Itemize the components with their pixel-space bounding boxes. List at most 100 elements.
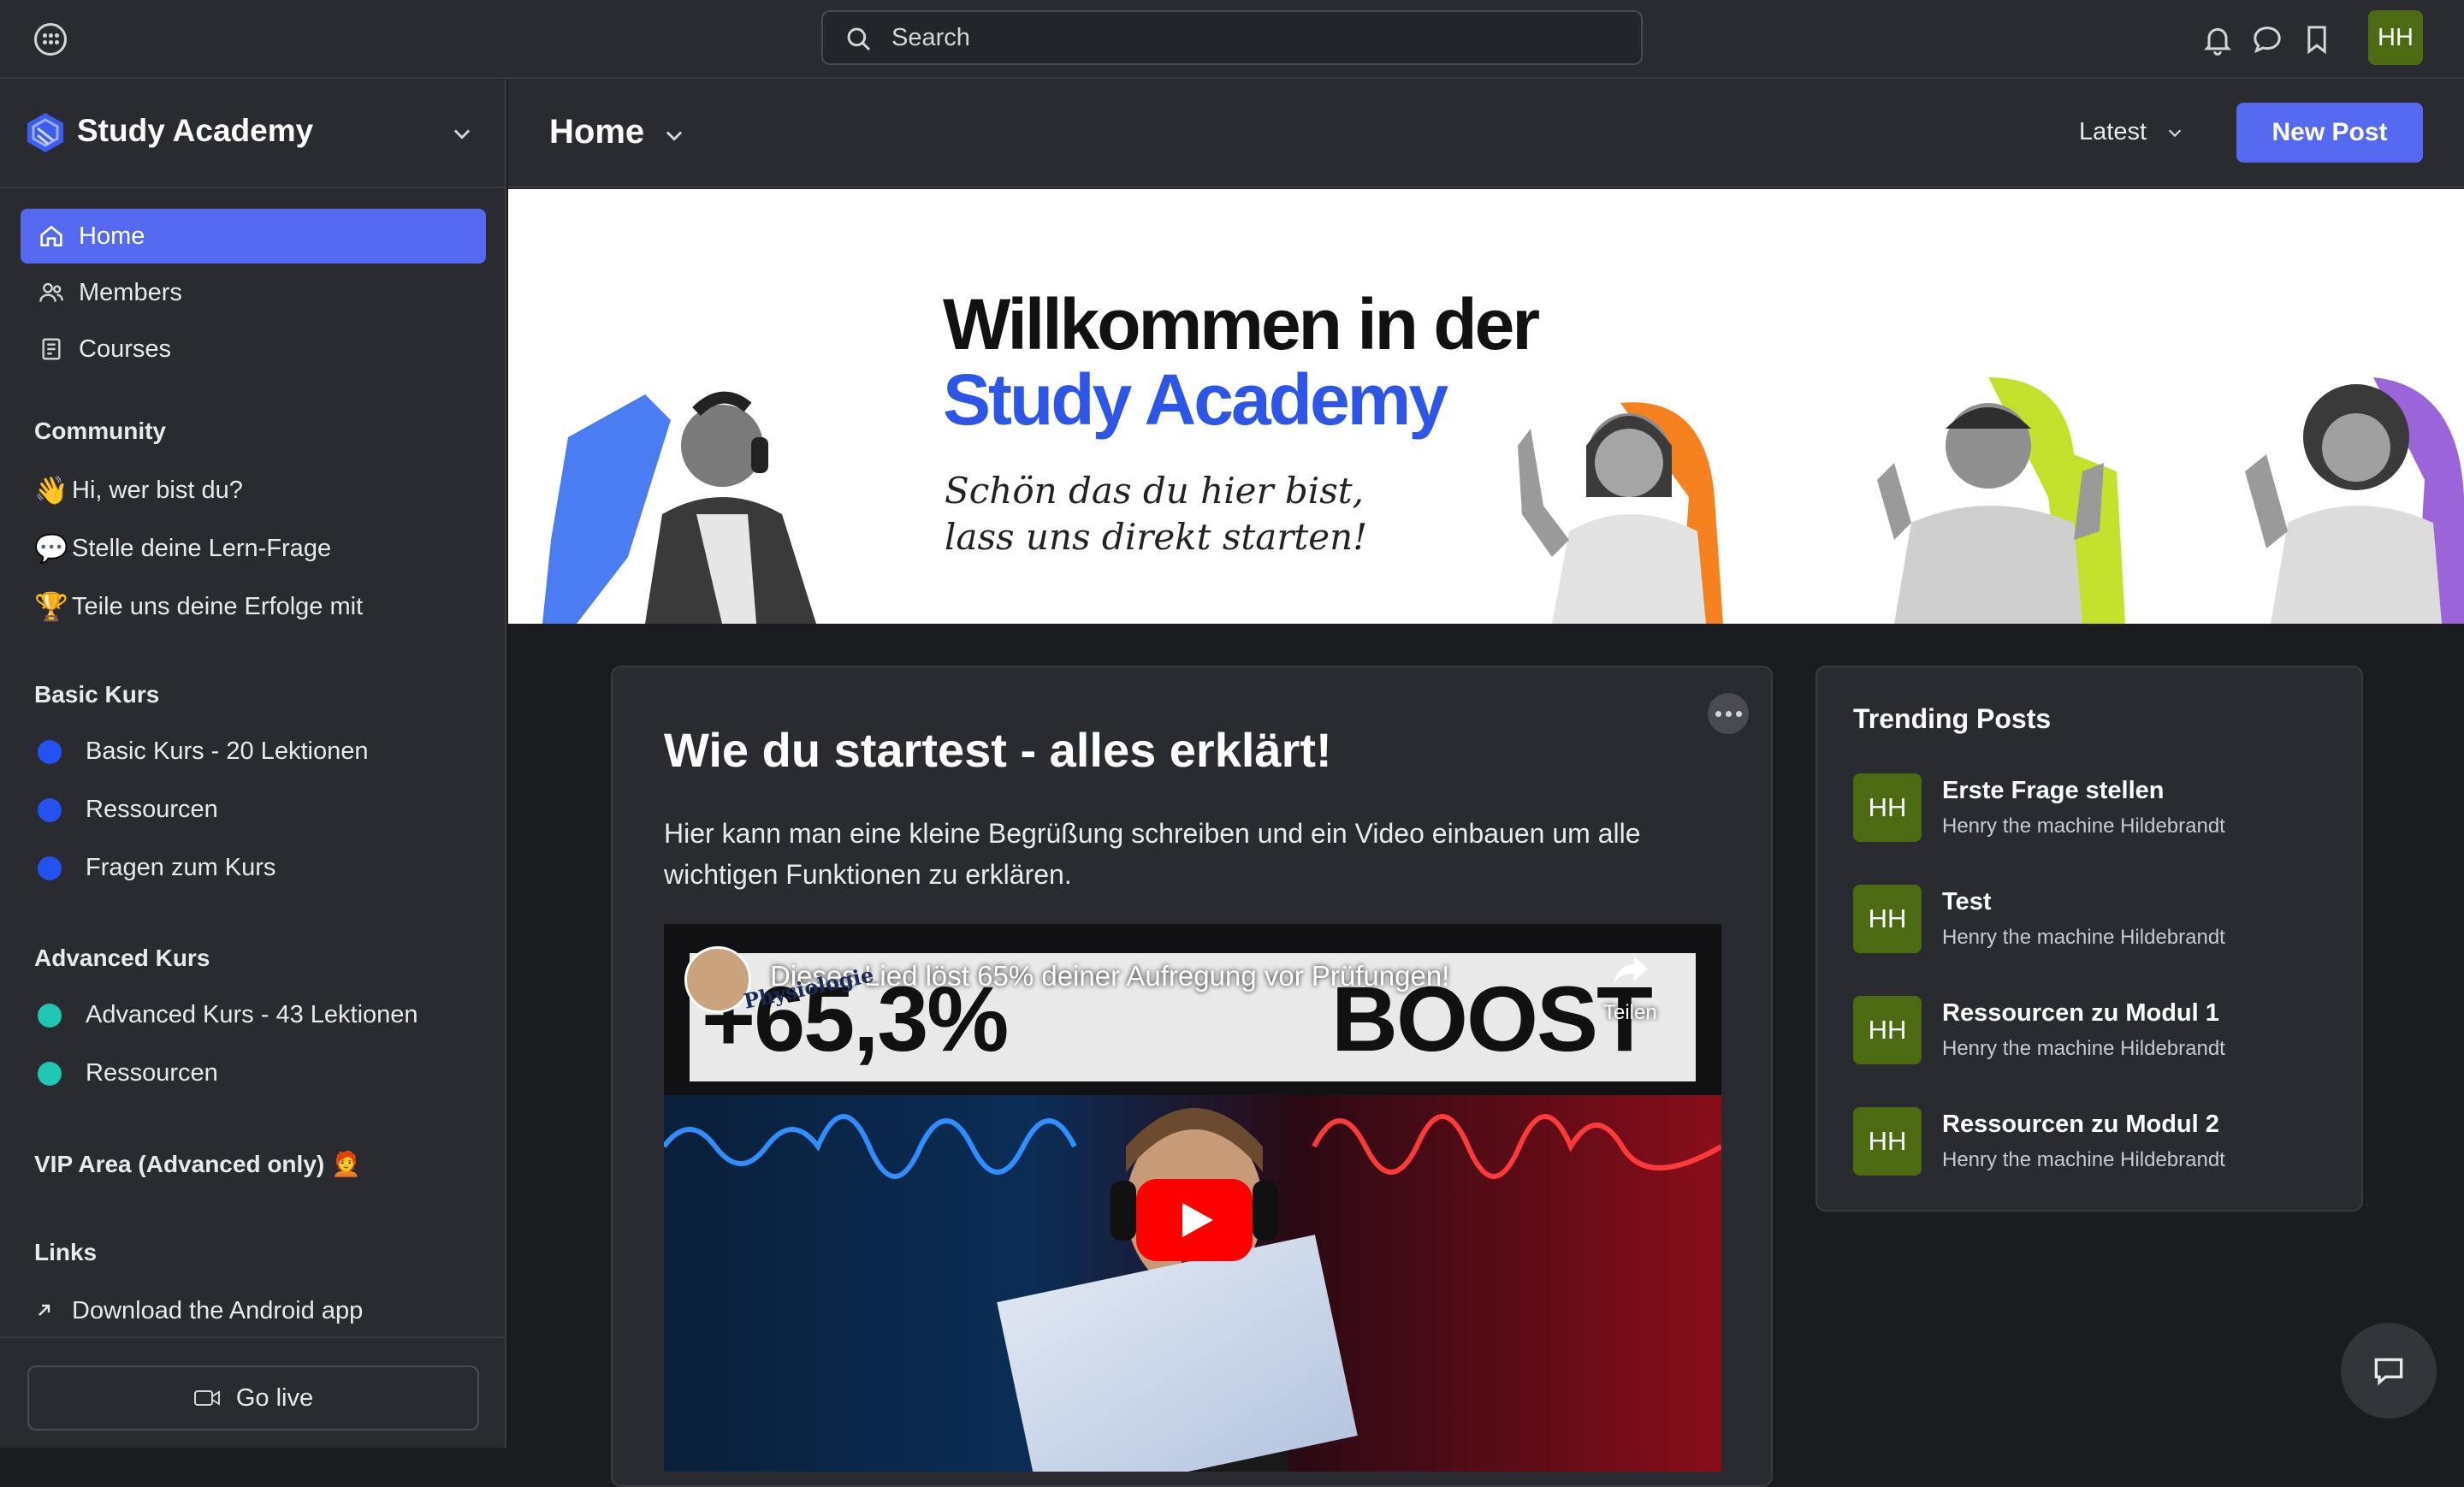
banner-title-line2: Study Academy [943,359,1448,440]
page-title[interactable]: Home [549,113,644,151]
person-headphones-illustration [542,391,816,624]
trending-post-title[interactable]: Ressourcen zu Modul 1 [1942,999,2219,1028]
space-advanced-kurs-lektionen[interactable]: Advanced Kurs - 43 Lektionen [34,1001,418,1029]
space-fragen-zum-kurs[interactable]: Fragen zum Kurs [34,854,275,882]
bell-icon[interactable] [2200,22,2235,56]
community-switcher-icon[interactable] [34,23,67,56]
speech-bubble-icon: 💬 [34,533,68,564]
community-brand[interactable]: Study Academy [0,79,505,188]
space-advanced-ressourcen[interactable]: Ressourcen [34,1059,218,1087]
trending-post-item[interactable]: HH Ressourcen zu Modul 1 Henry the machi… [1853,996,2332,1064]
author-avatar[interactable]: HH [1853,773,1922,842]
share-label[interactable]: Teilen [1603,1001,1657,1025]
space-label: Fragen zum Kurs [86,854,276,881]
trending-posts-card: Trending Posts HH Erste Frage stellen He… [1815,666,2363,1212]
section-advanced-kurs[interactable]: Advanced Kurs [34,945,210,972]
section-basic-kurs[interactable]: Basic Kurs [34,681,159,708]
trending-title: Trending Posts [1853,703,2052,734]
page-header: Home Latest New Post [508,79,2464,188]
banner-title-line1: Willkommen in der [943,284,1540,364]
trending-post-author: Henry the machine Hildebrandt [1942,815,2225,838]
trending-post-author: Henry the machine Hildebrandt [1942,1037,2225,1060]
channel-avatar[interactable] [684,946,751,1013]
arrow-up-right-icon [34,1295,72,1327]
search-input[interactable] [891,12,1627,63]
post-body: Hier kann man eine kleine Begrüßung schr… [664,818,1641,890]
section-community[interactable]: Community [34,418,166,445]
waving-hand-icon: 👋 [34,475,68,506]
chevron-down-icon[interactable] [450,121,474,145]
sort-label: Latest [2079,118,2147,145]
play-button-icon[interactable] [1136,1179,1253,1261]
user-avatar[interactable]: HH [2368,10,2423,65]
link-android-app[interactable]: Download the Android app [34,1295,363,1327]
space-erfolge[interactable]: 🏆 Teile uns deine Erfolge mit [34,590,363,623]
go-live-button[interactable]: Go live [27,1366,479,1431]
trending-post-author: Henry the machine Hildebrandt [1942,1148,2225,1171]
space-label: Teile uns deine Erfolge mit [72,592,364,620]
space-label: Ressourcen [86,1059,218,1087]
chat-bubble-icon[interactable] [2250,22,2284,56]
chevron-down-icon[interactable] [662,123,686,147]
banner-subtitle-line1: Schön das du hier bist, [945,470,1365,512]
go-live-label: Go live [235,1383,314,1412]
nav-label: Courses [79,335,171,363]
author-avatar[interactable]: HH [1853,885,1922,953]
space-dot-icon [38,739,62,764]
members-icon [36,279,67,306]
sort-dropdown[interactable]: Latest [2079,118,2184,146]
space-basic-kurs-lektionen[interactable]: Basic Kurs - 20 Lektionen [34,738,368,766]
home-icon [36,222,67,250]
trending-post-item[interactable]: HH Erste Frage stellen Henry the machine… [1853,773,2332,842]
bookmark-icon[interactable] [2300,22,2334,56]
trending-post-author: Henry the machine Hildebrandt [1942,926,2225,949]
space-label: Advanced Kurs - 43 Lektionen [86,1001,418,1028]
author-avatar[interactable]: HH [1853,996,1922,1064]
space-dot-icon [38,856,62,880]
nav-label: Home [79,222,145,250]
author-avatar[interactable]: HH [1853,1107,1922,1176]
section-links[interactable]: Links [34,1239,97,1266]
brand-logo-icon [27,113,63,152]
nav-label: Members [79,278,182,306]
trending-post-title[interactable]: Ressourcen zu Modul 2 [1942,1111,2219,1139]
person-waving-illustration [2245,377,2464,624]
post-title[interactable]: Wie du startest - alles erklärt! [664,722,1332,778]
search-icon [847,27,871,51]
trending-post-title[interactable]: Test [1942,888,1991,916]
space-label: Ressourcen [86,796,218,823]
person-pointing-illustration [1518,402,1723,624]
space-dot-icon [38,1061,62,1086]
space-lern-frage[interactable]: 💬 Stelle deine Lern-Frage [34,532,331,565]
space-label: Stelle deine Lern-Frage [72,534,332,562]
space-hi-wer-bist-du[interactable]: 👋 Hi, wer bist du? [34,474,243,507]
pinned-post-card: Wie du startest - alles erklärt! Hier ka… [611,666,1773,1487]
section-vip-area[interactable]: VIP Area (Advanced only) 🧑‍🦰 [34,1150,361,1178]
more-options-icon[interactable] [1708,693,1749,734]
trending-post-item[interactable]: HH Test Henry the machine Hildebrandt [1853,885,2332,953]
chat-icon [2374,1358,2403,1386]
search-bar[interactable] [821,10,1643,65]
link-label: Download the Android app [72,1297,364,1324]
nav-home[interactable]: Home [21,209,486,264]
nav-members[interactable]: Members [21,265,486,320]
trophy-icon: 🏆 [34,591,68,622]
courses-icon [36,335,67,363]
space-basic-ressourcen[interactable]: Ressourcen [34,796,218,824]
trending-post-title[interactable]: Erste Frage stellen [1942,777,2165,805]
video-embed[interactable]: +65,3% BOOST Dieses Lied löst 65% deiner… [664,924,1721,1472]
video-camera-icon [193,1390,220,1406]
space-label: Hi, wer bist du? [72,476,243,504]
share-icon[interactable] [1612,953,1650,987]
sidebar: Study Academy Home Members Courses Commu… [0,79,506,1448]
welcome-banner: Willkommen in der Study Academy Schön da… [508,189,2464,624]
trending-post-item[interactable]: HH Ressourcen zu Modul 2 Henry the machi… [1853,1107,2332,1176]
banner-subtitle: Schön das du hier bist, lass uns direkt … [945,468,1367,560]
chevron-down-icon [2168,128,2182,137]
chat-widget-button[interactable] [2341,1323,2437,1419]
nav-courses[interactable]: Courses [21,322,486,376]
space-label: Basic Kurs - 20 Lektionen [86,738,369,765]
community-name: Study Academy [77,113,314,148]
space-dot-icon [38,797,62,822]
new-post-button[interactable]: New Post [2236,103,2423,163]
